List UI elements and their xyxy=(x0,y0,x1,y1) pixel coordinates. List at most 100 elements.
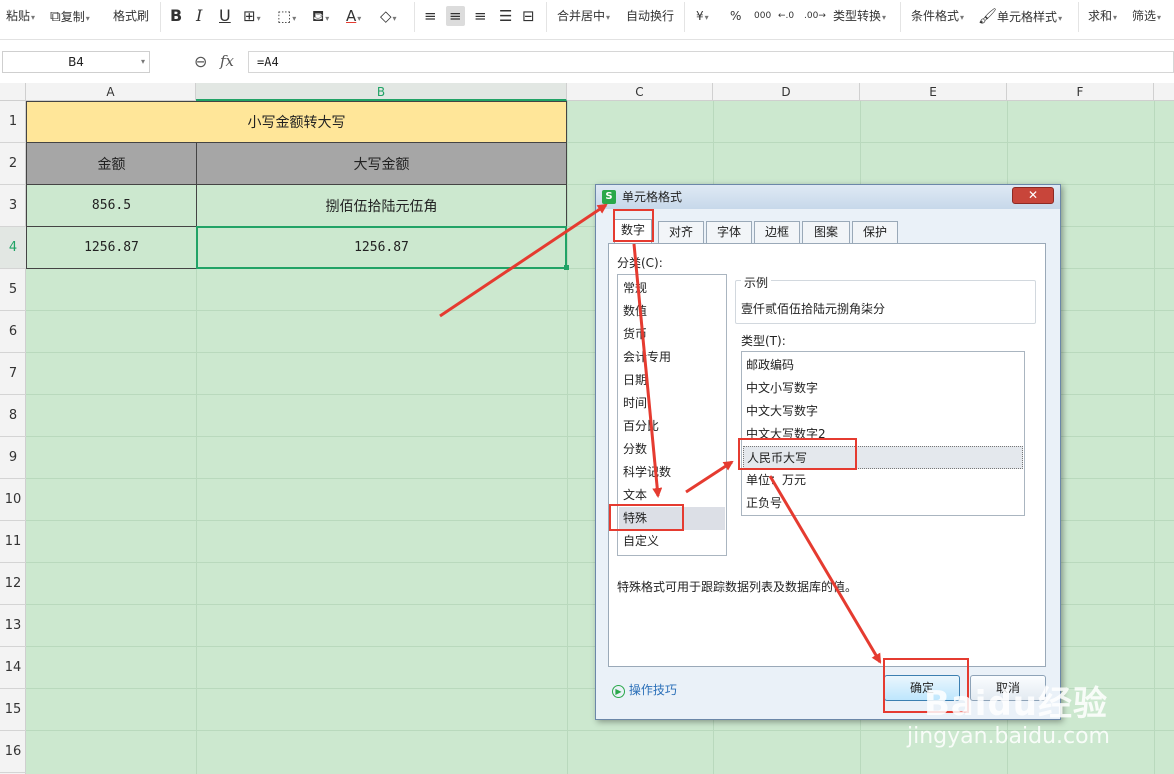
distribute-button[interactable]: ⊟ xyxy=(522,6,535,26)
sample-label: 示例 xyxy=(741,274,772,291)
list-item[interactable]: 日期 xyxy=(623,369,647,392)
list-item[interactable]: 科学记数 xyxy=(623,461,671,484)
fill-style-button[interactable]: ⬚▾ xyxy=(277,6,296,26)
zoom-icon[interactable]: ⊖ xyxy=(194,52,207,71)
column-headers: A B C D E F xyxy=(0,83,1174,101)
list-item[interactable]: 自定义 xyxy=(623,530,659,553)
decrease-decimal-button[interactable]: .00→ xyxy=(804,6,826,26)
tab-border[interactable]: 边框 xyxy=(754,221,800,243)
baidu-watermark-url: jingyan.baidu.com xyxy=(906,724,1110,749)
conditional-format-button[interactable]: 条件格式▾ xyxy=(911,6,964,26)
column-header-e[interactable]: E xyxy=(860,83,1007,101)
sum-button[interactable]: 求和▾ xyxy=(1088,6,1117,26)
name-box[interactable]: B4 ▾ xyxy=(2,51,150,73)
list-item[interactable]: 单位：万元 xyxy=(746,469,806,492)
format-painter-label: 格式刷 xyxy=(113,9,150,23)
currency-button[interactable]: ¥▾ xyxy=(696,6,709,26)
row-header-9[interactable]: 9 xyxy=(0,437,26,479)
list-item[interactable]: 中文小写数字 xyxy=(746,377,818,400)
table-title-cell[interactable]: 小写金额转大写 xyxy=(26,101,567,143)
cell-style-icon: 🖌 xyxy=(978,7,998,25)
row-header-12[interactable]: 12 xyxy=(0,563,26,605)
row-header-2[interactable]: 2 xyxy=(0,143,26,185)
baidu-watermark-logo: Baidu经验 xyxy=(923,684,1108,724)
list-item[interactable]: 分数 xyxy=(623,438,647,461)
cell-b3[interactable]: 捌佰伍拾陆元伍角 xyxy=(196,184,567,227)
list-item[interactable]: 邮政编码 xyxy=(746,354,794,377)
row-header-11[interactable]: 11 xyxy=(0,521,26,563)
align-center-button[interactable]: ≡ xyxy=(446,6,465,26)
align-left-button[interactable]: ≡ xyxy=(424,6,437,26)
list-item[interactable]: 货币 xyxy=(623,323,647,346)
justify-button[interactable]: ☰ xyxy=(499,6,512,26)
row-header-1[interactable]: 1 xyxy=(0,101,26,143)
list-item[interactable]: 数值 xyxy=(623,300,647,323)
thousands-icon: 000 xyxy=(754,11,772,21)
filter-button[interactable]: 筛选▾ xyxy=(1132,6,1161,26)
header-amount-cell[interactable]: 金额 xyxy=(26,142,197,185)
cell-a4[interactable]: 1256.87 xyxy=(26,226,197,269)
border-button[interactable]: ⊞▾ xyxy=(243,6,261,26)
row-header-3[interactable]: 3 xyxy=(0,185,26,227)
column-header-d[interactable]: D xyxy=(713,83,860,101)
clear-button[interactable]: ◇▾ xyxy=(380,6,397,26)
list-item[interactable]: 常规 xyxy=(623,277,647,300)
tab-protection[interactable]: 保护 xyxy=(852,221,898,243)
cell-a3[interactable]: 856.5 xyxy=(26,184,197,227)
merge-center-button[interactable]: 合并居中▾ xyxy=(557,6,610,26)
row-header-16[interactable]: 16 xyxy=(0,731,26,773)
column-header-a[interactable]: A xyxy=(26,83,196,101)
fill-style-icon: ⬚ xyxy=(277,7,292,25)
bold-button[interactable]: B xyxy=(170,6,182,26)
tips-link[interactable]: ▶ 操作技巧 xyxy=(612,681,677,698)
distribute-icon: ⊟ xyxy=(522,7,535,25)
percent-button[interactable]: % xyxy=(730,6,741,26)
column-header-f[interactable]: F xyxy=(1007,83,1154,101)
cell-b4-selected[interactable]: 1256.87 xyxy=(196,226,567,269)
tab-font[interactable]: 字体 xyxy=(706,221,752,243)
name-box-value: B4 xyxy=(68,55,84,69)
row-header-14[interactable]: 14 xyxy=(0,647,26,689)
row-header-7[interactable]: 7 xyxy=(0,353,26,395)
select-all-corner[interactable] xyxy=(0,83,26,101)
fill-color-button[interactable]: ⛾▾ xyxy=(312,6,329,26)
fill-handle[interactable] xyxy=(564,265,569,270)
list-item[interactable]: 百分比 xyxy=(623,415,659,438)
type-convert-button[interactable]: 类型转换▾ xyxy=(833,6,886,26)
format-painter-button[interactable]: 格式刷 xyxy=(113,6,149,26)
list-item[interactable]: 中文大写数字 xyxy=(746,400,818,423)
list-item[interactable]: 正负号 xyxy=(746,492,782,515)
close-button[interactable]: ✕ xyxy=(1012,187,1054,204)
function-icon[interactable]: fx xyxy=(220,52,234,70)
formula-input[interactable]: =A4 xyxy=(248,51,1174,73)
italic-button[interactable]: I xyxy=(196,6,202,26)
underline-button[interactable]: U xyxy=(219,6,231,26)
cell-style-button[interactable]: 🖌单元格样式▾ xyxy=(978,6,1062,26)
font-color-icon: A xyxy=(346,7,357,25)
column-header-b[interactable]: B xyxy=(196,83,567,101)
list-item[interactable]: 会计专用 xyxy=(623,346,671,369)
row-header-5[interactable]: 5 xyxy=(0,269,26,311)
format-description: 特殊格式可用于跟踪数据列表及数据库的值。 xyxy=(617,580,858,594)
column-header-c[interactable]: C xyxy=(567,83,713,101)
row-header-4[interactable]: 4 xyxy=(0,227,26,269)
row-header-6[interactable]: 6 xyxy=(0,311,26,353)
type-list[interactable]: 邮政编码 中文小写数字 中文大写数字 中文大写数字2 人民币大写 单位：万元 正… xyxy=(741,351,1025,516)
row-header-10[interactable]: 10 xyxy=(0,479,26,521)
copy-button[interactable]: ⧉复制▾ xyxy=(50,6,90,26)
dialog-title-bar[interactable]: S 单元格格式 ✕ xyxy=(596,185,1060,209)
align-right-button[interactable]: ≡ xyxy=(474,6,487,26)
thousands-button[interactable]: 000 xyxy=(754,6,771,26)
tab-pattern[interactable]: 图案 xyxy=(802,221,850,243)
ribbon-toolbar: 粘贴▾ ⧉复制▾ 格式刷 B I U ⊞▾ ⬚▾ ⛾▾ A▾ ◇▾ ≡ ≡ ≡ … xyxy=(0,0,1174,40)
row-header-15[interactable]: 15 xyxy=(0,689,26,731)
paste-button[interactable]: 粘贴▾ xyxy=(6,6,35,26)
row-header-8[interactable]: 8 xyxy=(0,395,26,437)
list-item[interactable]: 时间 xyxy=(623,392,647,415)
row-header-13[interactable]: 13 xyxy=(0,605,26,647)
wrap-text-button[interactable]: 自动换行 xyxy=(626,6,674,26)
tab-alignment[interactable]: 对齐 xyxy=(658,221,704,243)
header-upper-cell[interactable]: 大写金额 xyxy=(196,142,567,185)
font-color-button[interactable]: A▾ xyxy=(346,6,361,26)
increase-decimal-button[interactable]: ←.0 xyxy=(778,6,794,26)
